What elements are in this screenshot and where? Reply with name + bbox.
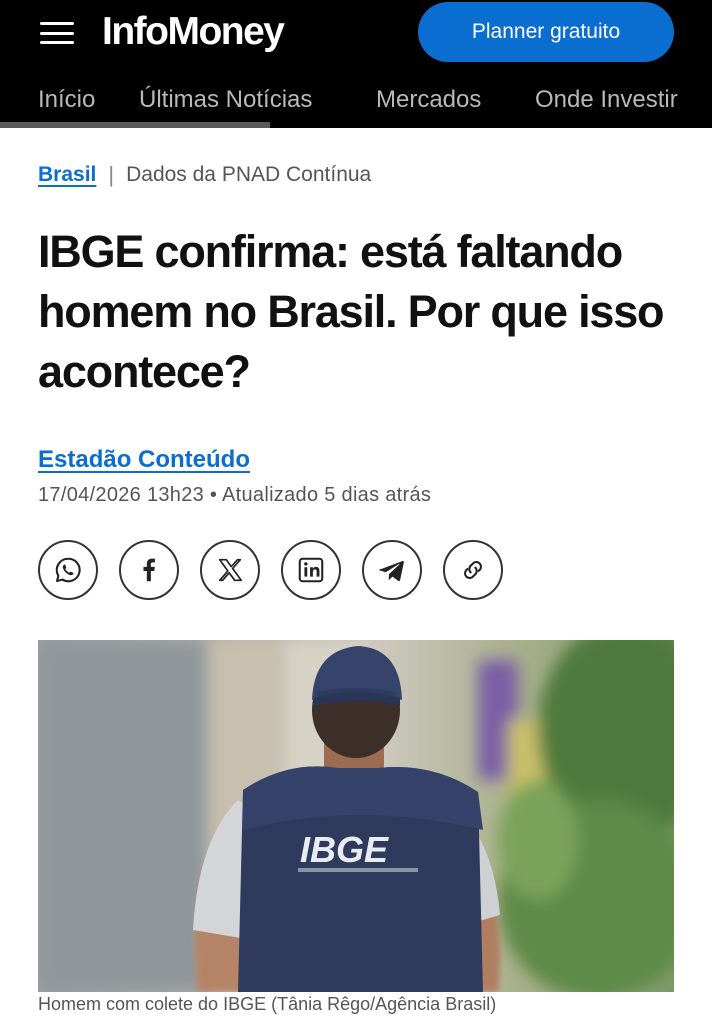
linkedin-icon bbox=[298, 557, 324, 583]
ibge-worker-photo: IBGE bbox=[38, 640, 674, 992]
breadcrumb-section-link[interactable]: Brasil bbox=[38, 163, 96, 187]
nav-item-ultimas-noticias[interactable]: Últimas Notícias bbox=[139, 86, 312, 114]
nav-item-onde-investir[interactable]: Onde Investir bbox=[535, 86, 678, 114]
article-image: IBGE bbox=[38, 640, 674, 992]
top-header: InfoMoney Planner gratuito Início Última… bbox=[0, 0, 712, 128]
copy-link-icon bbox=[464, 561, 482, 579]
x-share-button[interactable] bbox=[200, 540, 260, 600]
copy-link-share-button[interactable] bbox=[443, 540, 503, 600]
share-bar bbox=[38, 540, 503, 600]
linkedin-share-button[interactable] bbox=[281, 540, 341, 600]
telegram-icon bbox=[379, 560, 404, 582]
facebook-icon bbox=[143, 558, 155, 582]
nav-scroll-indicator bbox=[0, 122, 270, 128]
facebook-share-button[interactable] bbox=[119, 540, 179, 600]
breadcrumb-topic: Dados da PNAD Contínua bbox=[126, 163, 372, 186]
vest-ibge-text: IBGE bbox=[300, 829, 389, 870]
article-meta: 17/04/2026 13h23 • Atualizado 5 dias atr… bbox=[38, 484, 432, 506]
infomoney-logo[interactable]: InfoMoney bbox=[102, 8, 285, 56]
author-link[interactable]: Estadão Conteúdo bbox=[38, 446, 250, 474]
whatsapp-share-button[interactable] bbox=[38, 540, 98, 600]
breadcrumb: Brasil | Dados da PNAD Contínua bbox=[38, 162, 371, 188]
planner-gratuito-button[interactable]: Planner gratuito bbox=[418, 2, 674, 62]
breadcrumb-separator: | bbox=[108, 162, 115, 187]
image-caption: Homem com colete do IBGE (Tânia Rêgo/Agê… bbox=[38, 994, 497, 1014]
article-title: IBGE confirma: está faltando homem no Br… bbox=[38, 226, 665, 397]
x-icon bbox=[218, 558, 243, 582]
hamburger-menu-icon[interactable] bbox=[40, 20, 74, 46]
whatsapp-icon bbox=[55, 557, 81, 583]
telegram-share-button[interactable] bbox=[362, 540, 422, 600]
nav-item-mercados[interactable]: Mercados bbox=[376, 86, 481, 114]
main-nav: Início Últimas Notícias Mercados Onde In… bbox=[0, 78, 712, 124]
nav-item-inicio[interactable]: Início bbox=[38, 86, 95, 114]
